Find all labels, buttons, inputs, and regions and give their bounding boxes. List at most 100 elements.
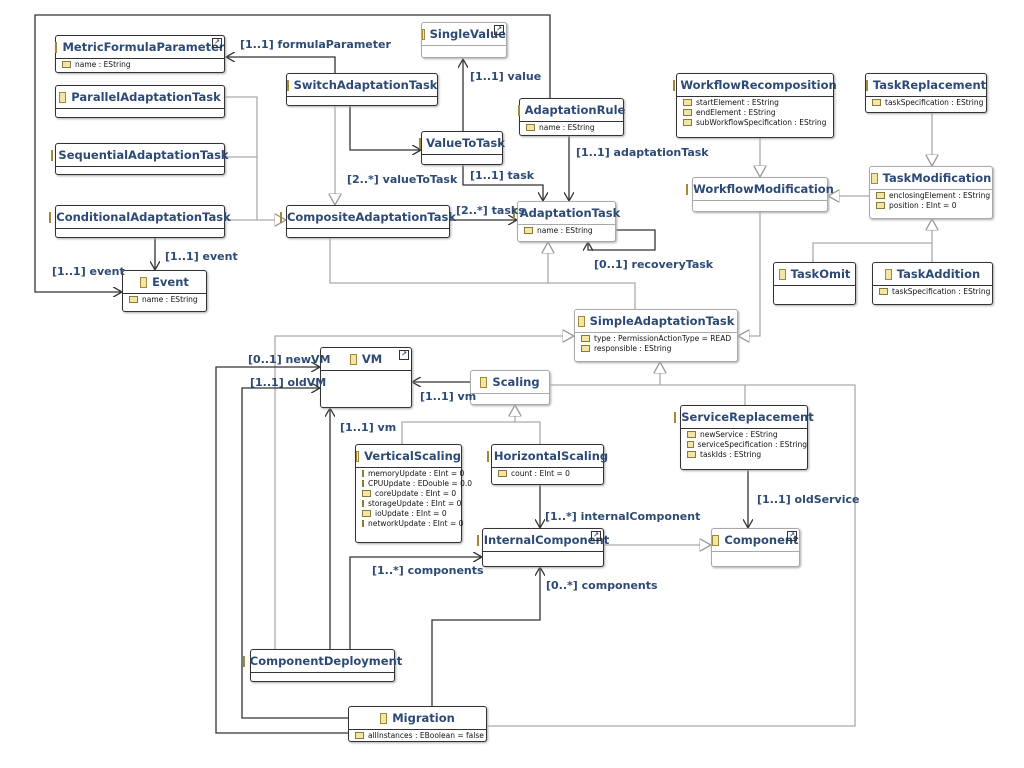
attribute[interactable]: name : EString xyxy=(123,294,206,304)
attribute-text: newService : EString xyxy=(700,430,778,439)
class-parallel-adaptation-task[interactable]: ParallelAdaptationTask xyxy=(55,85,225,118)
class-internal-component[interactable]: InternalComponent ↗ xyxy=(476,528,609,567)
eclass-icon xyxy=(419,137,422,149)
attribute-icon xyxy=(129,296,138,303)
attribute[interactable]: startElement : EString xyxy=(677,97,833,107)
attribute[interactable]: name : EString xyxy=(520,122,623,132)
inheritance-edge[interactable] xyxy=(548,282,636,309)
class-task-addition[interactable]: TaskAddition taskSpecification : EString xyxy=(872,262,993,305)
class-simple-adaptation-task[interactable]: SimpleAdaptationTask type : PermissionAct… xyxy=(574,309,738,362)
class-service-replacement[interactable]: ServiceReplacement newService : EString se… xyxy=(674,405,814,470)
class-header: TaskReplacement xyxy=(865,74,987,97)
class-composite-adaptation-task[interactable]: CompositeAdaptationTask xyxy=(279,205,456,238)
attribute[interactable]: responsible : EString xyxy=(575,343,737,353)
attribute[interactable]: enclosingElement : EString xyxy=(870,190,992,200)
attribute[interactable]: taskSpecification : EString xyxy=(873,286,992,296)
attribute[interactable]: name : EString xyxy=(518,225,615,235)
class-conditional-adaptation-task[interactable]: ConditionalAdaptationTask xyxy=(49,205,231,238)
class-component[interactable]: Component ↗ xyxy=(711,528,800,567)
attribute-icon xyxy=(687,451,696,458)
class-header: SingleValue ↗ xyxy=(422,23,506,46)
attribute[interactable]: networkUpdate : EInt = 0 xyxy=(356,518,463,528)
class-workflow-modification[interactable]: WorkflowModification xyxy=(686,177,834,212)
class-task-modification[interactable]: TaskModification enclosingElement : EStri… xyxy=(869,166,993,219)
attribute[interactable]: coreUpdate : EInt = 0 xyxy=(356,488,461,498)
inheritance-edge[interactable] xyxy=(329,238,548,284)
class-header: HorizontalScaling xyxy=(486,445,608,468)
attribute-text: taskSpecification : EString xyxy=(892,287,991,296)
inheritance-edge[interactable] xyxy=(401,421,541,444)
attribute[interactable]: position : EInt = 0 xyxy=(870,200,992,210)
class-name: Migration xyxy=(392,711,455,725)
class-header: SwitchAdaptationTask xyxy=(286,74,438,97)
class-task-replacement[interactable]: TaskReplacement taskSpecification : EStri… xyxy=(865,73,987,113)
class-sequential-adaptation-task[interactable]: SequentialAdaptationTask xyxy=(51,143,229,175)
ref-label-value-to-task: [2..*] valueToTask xyxy=(347,173,458,186)
ref-label-components-deployment: [1..*] components xyxy=(372,564,484,577)
class-horizontal-scaling[interactable]: HorizontalScaling count : EInt = 0 xyxy=(486,444,608,485)
attribute-text: memoryUpdate : EInt = 0 xyxy=(368,469,465,478)
inheritance-edge[interactable] xyxy=(738,212,761,336)
attribute[interactable]: allInstances : EBoolean = false xyxy=(349,730,486,740)
inheritance-edge[interactable] xyxy=(812,242,932,262)
class-vm[interactable]: VM ↗ xyxy=(320,347,412,408)
class-task-omit[interactable]: TaskOmit xyxy=(773,262,856,305)
class-value-to-task[interactable]: ValueToTask xyxy=(419,131,505,165)
eclass-icon xyxy=(673,79,676,91)
class-header: ConditionalAdaptationTask xyxy=(49,206,231,229)
attribute[interactable]: taskSpecification : EString xyxy=(866,97,986,107)
ref-label-old-vm: [1..1] oldVM xyxy=(250,376,327,389)
class-name: TaskReplacement xyxy=(872,78,987,92)
class-scaling[interactable]: Scaling xyxy=(470,370,550,405)
eclass-icon xyxy=(480,376,488,388)
attribute[interactable]: count : EInt = 0 xyxy=(492,468,603,478)
class-metric-formula-parameter[interactable]: MetricFormulaParameter ↗ name : EString xyxy=(55,35,225,73)
reference-edge[interactable] xyxy=(226,57,336,73)
attribute[interactable]: storageUpdate : EInt = 0 xyxy=(356,498,461,508)
attribute-text: endElement : EString xyxy=(696,108,776,117)
class-migration[interactable]: Migration allInstances : EBoolean = false xyxy=(348,706,487,742)
attribute[interactable]: taskIds : EString xyxy=(681,449,807,459)
class-adaptation-task[interactable]: AdaptationTask name : EString xyxy=(512,201,620,242)
class-name: HorizontalScaling xyxy=(493,449,609,463)
class-event[interactable]: Event name : EString xyxy=(122,270,207,312)
class-header: TaskAddition xyxy=(873,263,992,286)
attribute[interactable]: ioUpdate : EInt = 0 xyxy=(356,508,461,518)
class-name: AdaptationRule xyxy=(524,103,626,117)
class-single-value[interactable]: SingleValue ↗ xyxy=(421,22,507,58)
class-component-deployment[interactable]: ComponentDeployment xyxy=(242,649,402,682)
class-vertical-scaling[interactable]: VerticalScaling memoryUpdate : EInt = 0 CP… xyxy=(355,444,472,543)
class-name: WorkflowRecomposition xyxy=(680,78,837,92)
class-header: InternalComponent ↗ xyxy=(476,529,609,552)
class-name: AdaptationTask xyxy=(519,206,621,220)
eclass-icon xyxy=(49,211,52,223)
attribute-icon xyxy=(362,500,364,507)
class-switch-adaptation-task[interactable]: SwitchAdaptationTask xyxy=(286,73,438,106)
class-header: AdaptationRule xyxy=(517,99,626,122)
class-adaptation-rule[interactable]: AdaptationRule name : EString xyxy=(517,98,626,136)
class-header: Component ↗ xyxy=(712,529,799,552)
attribute[interactable]: subWorkflowSpecification : EString xyxy=(677,117,833,127)
attribute-icon xyxy=(362,470,364,477)
attribute-icon xyxy=(362,510,371,517)
reference-edge[interactable] xyxy=(349,106,421,150)
ref-label-internal-component: [1..*] internalComponent xyxy=(545,510,701,523)
class-header: Scaling xyxy=(471,371,549,394)
attribute[interactable]: newService : EString xyxy=(681,429,807,439)
reference-edge[interactable] xyxy=(431,567,540,706)
attribute[interactable]: type : PermissionActionType = READ xyxy=(575,333,737,343)
ref-label-task: [1..1] task xyxy=(470,169,535,182)
class-header: ParallelAdaptationTask xyxy=(56,86,224,109)
class-name: SwitchAdaptationTask xyxy=(293,78,438,92)
attribute[interactable]: memoryUpdate : EInt = 0 xyxy=(356,468,465,478)
eclass-icon xyxy=(577,315,585,327)
inheritance-edge[interactable] xyxy=(225,96,258,220)
eclass-icon xyxy=(55,41,58,53)
attribute[interactable]: CPUUpdate : EDouble = 0.0 xyxy=(356,478,472,488)
attribute[interactable]: name : EString xyxy=(56,59,224,69)
attribute[interactable]: serviceSpecification : EString xyxy=(681,439,807,449)
class-workflow-recomposition[interactable]: WorkflowRecomposition startElement : EStr… xyxy=(673,73,837,138)
attribute[interactable]: endElement : EString xyxy=(677,107,833,117)
class-name: ValueToTask xyxy=(426,136,505,150)
class-name: ServiceReplacement xyxy=(681,410,814,424)
